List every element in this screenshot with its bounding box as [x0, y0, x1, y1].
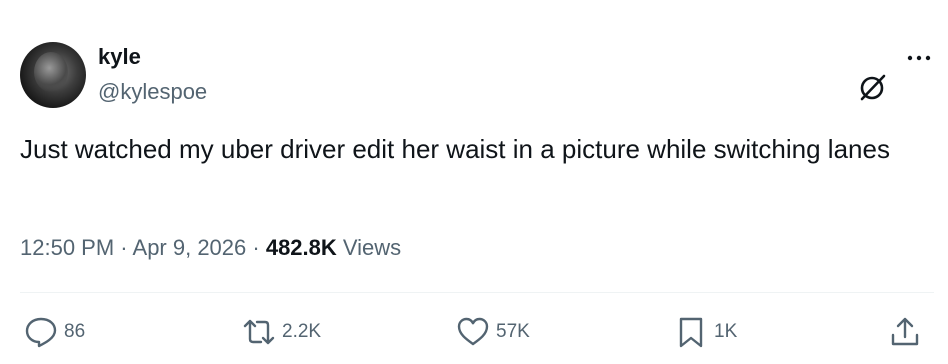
retweet-count: 2.2K	[282, 321, 322, 342]
views-count: 482.8K	[265, 235, 337, 260]
reply-button[interactable]: 86	[24, 314, 85, 350]
grok-icon[interactable]	[858, 72, 888, 102]
author-name[interactable]: kyle	[98, 42, 141, 72]
share-icon	[891, 317, 919, 346]
divider	[20, 292, 934, 293]
tweet-meta: 12:50 PM · Apr 9, 2026 · 482.8K Views	[20, 232, 401, 264]
reply-icon	[25, 317, 57, 348]
meta-separator: ·	[246, 235, 266, 260]
bookmark-icon	[679, 317, 703, 348]
author-handle[interactable]: @kylespoe	[98, 77, 207, 107]
views-label: Views	[336, 235, 402, 260]
reply-count: 86	[64, 321, 86, 342]
tweet-time[interactable]: 12:50 PM	[20, 235, 114, 260]
retweet-icon	[243, 319, 275, 345]
more-icon[interactable]	[904, 46, 934, 70]
tweet-date[interactable]: Apr 9, 2026	[133, 235, 247, 260]
bookmark-count: 1K	[714, 321, 738, 342]
like-button[interactable]: 57K	[456, 314, 530, 350]
heart-icon	[457, 317, 489, 346]
bookmark-button[interactable]: 1K	[674, 314, 737, 350]
like-count: 57K	[496, 321, 530, 342]
tweet-text: Just watched my uber driver edit her wai…	[20, 134, 890, 164]
meta-separator: ·	[114, 235, 133, 260]
retweet-button[interactable]: 2.2K	[242, 314, 321, 350]
share-button[interactable]	[888, 314, 922, 350]
avatar[interactable]	[20, 42, 86, 108]
